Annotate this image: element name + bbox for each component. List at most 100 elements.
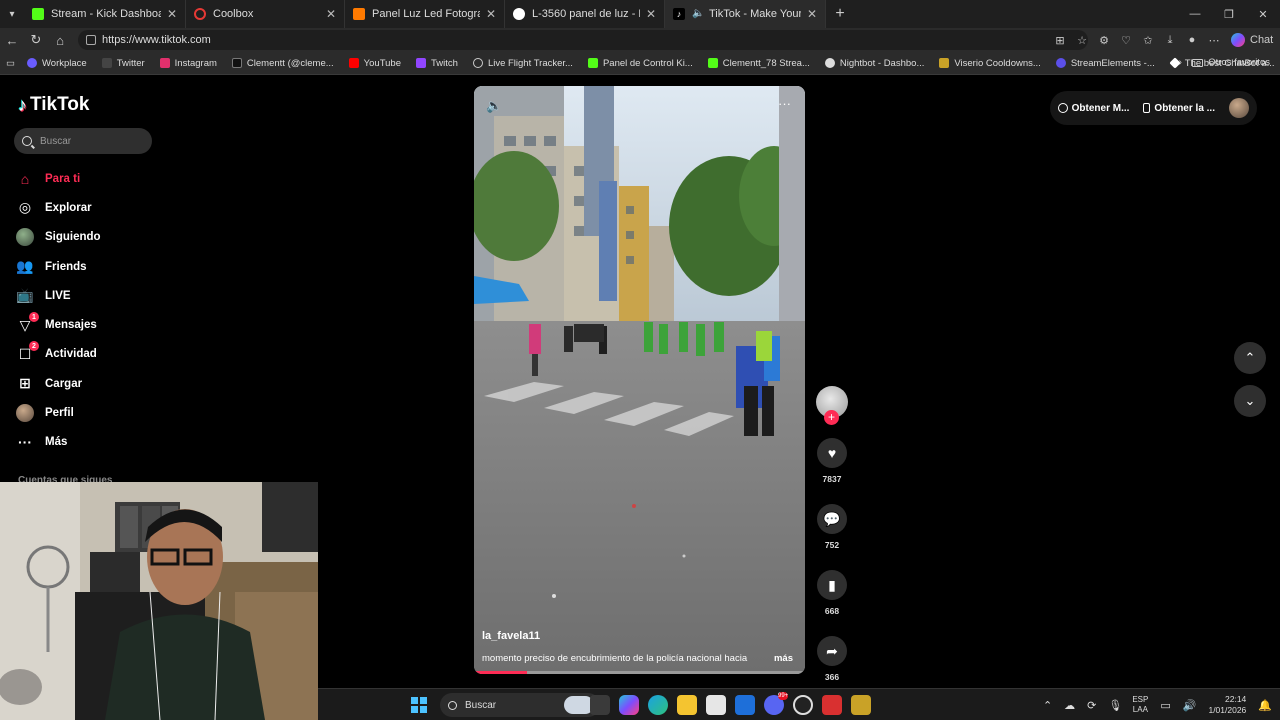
- bookmark-streamelements[interactable]: StreamElements -...: [1055, 58, 1155, 69]
- video-progress-bar[interactable]: [474, 671, 805, 674]
- mail-icon[interactable]: [735, 695, 755, 715]
- discord-icon[interactable]: 99+: [764, 692, 788, 715]
- edge-icon[interactable]: [648, 695, 668, 715]
- comment-icon: 💬: [823, 510, 841, 527]
- previous-video-button[interactable]: ⌃: [1234, 342, 1266, 374]
- volume-icon[interactable]: 🔊: [1183, 699, 1197, 712]
- other-favorites-folder[interactable]: Otros favoritos: [1192, 57, 1270, 68]
- language-indicator[interactable]: ESP LAA: [1132, 695, 1148, 715]
- bookmark-twitch[interactable]: Twitch: [416, 58, 458, 69]
- shop-icon: [353, 8, 365, 20]
- close-icon[interactable]: ✕: [807, 7, 817, 21]
- bookmark-flight-tracker[interactable]: Live Flight Tracker...: [472, 58, 573, 69]
- browser-essentials-icon[interactable]: ♡: [1115, 34, 1137, 47]
- new-tab-button[interactable]: +: [826, 0, 854, 28]
- site-info-icon[interactable]: [86, 35, 96, 45]
- bookmark-workplace[interactable]: Workplace: [26, 58, 87, 69]
- sidebar-item-mensajes[interactable]: ▽ 1 Mensajes: [16, 310, 101, 339]
- bookmark-instagram[interactable]: Instagram: [159, 58, 217, 69]
- sidebar-item-explorar[interactable]: ◎ Explorar: [16, 193, 101, 222]
- top-right-actions: Obtener M... Obtener la ...: [1049, 91, 1257, 125]
- save-button[interactable]: ▮: [817, 570, 847, 600]
- tab-coolbox[interactable]: Coolbox ✕: [186, 0, 345, 28]
- settings-more-icon[interactable]: ⋯: [1203, 34, 1225, 47]
- back-icon[interactable]: ←: [0, 28, 24, 52]
- bookmark-viserio[interactable]: Viserio Cooldowns...: [939, 58, 1041, 69]
- store-icon[interactable]: [706, 695, 726, 715]
- windows-start-icon[interactable]: [411, 697, 427, 713]
- bookmark-nightbot[interactable]: Nightbot - Dashbo...: [824, 58, 924, 69]
- tab-actions-menu-icon[interactable]: ▾: [0, 0, 24, 28]
- task-view-icon[interactable]: [590, 695, 610, 715]
- copilot-app-icon[interactable]: [619, 695, 639, 715]
- show-hidden-icons-icon[interactable]: ⌃: [1043, 699, 1052, 712]
- volume-icon[interactable]: 🔈: [486, 98, 502, 114]
- profile-avatar-icon: [16, 404, 34, 423]
- search-input[interactable]: Buscar: [14, 128, 152, 154]
- app-available-icon[interactable]: ⊞: [1049, 34, 1071, 47]
- network-icon[interactable]: ▭: [1160, 699, 1170, 712]
- onedrive-icon[interactable]: ☁: [1064, 699, 1075, 712]
- close-icon[interactable]: ✕: [326, 7, 336, 21]
- microphone-icon[interactable]: 🎙: [1108, 699, 1122, 712]
- video-player[interactable]: 🔈 ··· la_favela11 momento preciso de enc…: [474, 86, 805, 674]
- get-coins-button[interactable]: Obtener M...: [1057, 103, 1129, 114]
- downloads-icon[interactable]: ⤓: [1159, 34, 1181, 47]
- next-video-button[interactable]: ⌄: [1234, 385, 1266, 417]
- refresh-icon[interactable]: ↻: [24, 28, 48, 52]
- collections-icon[interactable]: ✩: [1137, 34, 1159, 47]
- extensions-icon[interactable]: ⚙: [1093, 34, 1115, 47]
- bookmark-twitter[interactable]: Twitter: [101, 58, 145, 69]
- sidebar-item-cargar[interactable]: ⊞ Cargar: [16, 369, 101, 398]
- file-explorer-icon[interactable]: [677, 695, 697, 715]
- like-button[interactable]: ♥: [817, 438, 847, 468]
- tab-panel-luz[interactable]: Panel Luz Led Fotografía Video Tr ✕: [345, 0, 505, 28]
- comment-button[interactable]: 💬: [817, 504, 847, 534]
- speaker-icon[interactable]: 🔈: [692, 8, 704, 20]
- share-button[interactable]: ➦: [817, 636, 847, 666]
- bookmark-kick-stream[interactable]: Clementt_78 Strea...: [707, 58, 810, 69]
- sidebar-item-perfil[interactable]: Perfil: [16, 398, 101, 427]
- obs-icon[interactable]: [793, 695, 813, 715]
- video-author[interactable]: la_favela11: [482, 630, 540, 642]
- reading-list-icon[interactable]: ▭: [6, 58, 15, 69]
- sync-icon[interactable]: ⟳: [1087, 699, 1096, 712]
- minimize-icon[interactable]: —: [1178, 0, 1212, 28]
- tab-tiktok[interactable]: ♪ 🔈 TikTok - Make Your Day ✕: [665, 0, 826, 28]
- sidebar-item-friends[interactable]: 👥 Friends: [16, 252, 101, 281]
- clock[interactable]: 22:14 1/01/2026: [1208, 694, 1246, 716]
- url-field[interactable]: https://www.tiktok.com: [78, 30, 1088, 50]
- tiktok-logo[interactable]: ♪ TikTok: [18, 94, 89, 116]
- user-avatar[interactable]: [1229, 98, 1249, 118]
- copilot-chat-button[interactable]: Chat: [1231, 33, 1273, 47]
- league-icon[interactable]: [851, 695, 871, 715]
- sidebar-item-live[interactable]: 📺 LIVE: [16, 281, 101, 310]
- sidebar-item-para-ti[interactable]: ⌂ Para ti: [16, 164, 101, 193]
- sidebar-item-actividad[interactable]: ☐ 2 Actividad: [16, 340, 101, 369]
- close-icon[interactable]: ✕: [167, 7, 177, 21]
- profile-icon[interactable]: ●: [1181, 34, 1203, 46]
- more-options-icon[interactable]: ···: [778, 96, 791, 111]
- taskbar-search-input[interactable]: Buscar: [440, 693, 600, 717]
- close-icon[interactable]: ✕: [646, 7, 656, 21]
- caption-more-button[interactable]: más: [774, 653, 793, 664]
- streamer-app-icon[interactable]: [822, 695, 842, 715]
- close-icon[interactable]: ✕: [486, 7, 496, 21]
- tab-google-search[interactable]: L-3560 panel de luz - Buscar con G ✕: [505, 0, 665, 28]
- sidebar-item-mas[interactable]: ··· Más: [16, 428, 101, 457]
- bookmark-tiktok-profile[interactable]: Clementt (@cleme...: [231, 58, 334, 69]
- bookmark-kick-panel[interactable]: Panel de Control Ki...: [587, 58, 693, 69]
- chevron-right-icon[interactable]: ›: [1179, 57, 1182, 68]
- home-page-icon[interactable]: ⌂: [48, 28, 72, 52]
- creator-avatar[interactable]: +: [816, 386, 848, 425]
- get-app-button[interactable]: Obtener la ...: [1143, 103, 1215, 114]
- follow-plus-icon[interactable]: +: [824, 410, 839, 425]
- sidebar-item-siguiendo[interactable]: Siguiendo: [16, 223, 101, 252]
- restore-icon[interactable]: ❐: [1212, 0, 1246, 28]
- tab-kick-dashboard[interactable]: Stream - Kick Dashboard ✕: [24, 0, 186, 28]
- favorite-star-icon[interactable]: ☆: [1071, 34, 1093, 47]
- bookmark-icon: ▮: [828, 576, 836, 593]
- bookmark-youtube[interactable]: YouTube: [348, 58, 401, 69]
- notifications-icon[interactable]: 🔔: [1258, 699, 1272, 712]
- close-window-icon[interactable]: ✕: [1246, 0, 1280, 28]
